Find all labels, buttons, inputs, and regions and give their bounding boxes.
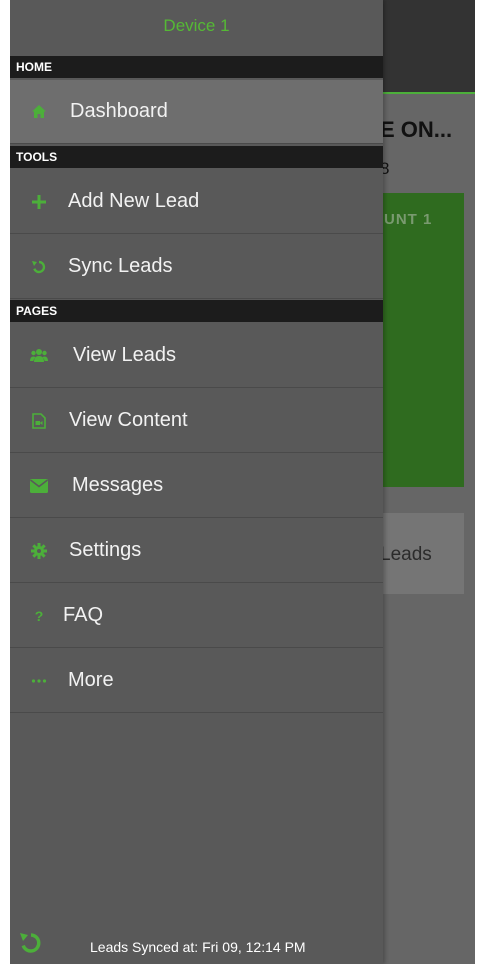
nav-item-label: Dashboard — [70, 100, 168, 122]
nav-item-more[interactable]: More — [10, 649, 383, 713]
section-header-home: HOME — [10, 56, 383, 78]
users-icon — [29, 346, 49, 366]
nav-item-dashboard[interactable]: Dashboard — [10, 80, 383, 144]
envelope-icon — [29, 476, 49, 496]
nav-item-label: FAQ — [63, 604, 104, 626]
app-count-card — [380, 193, 464, 487]
nav-item-faq[interactable]: ? FAQ — [10, 584, 383, 648]
nav-item-label: Add New Lead — [68, 190, 200, 212]
app-count-card-label: UNT 1 — [384, 211, 433, 228]
nav-item-settings[interactable]: Settings — [10, 519, 383, 583]
home-icon — [29, 102, 49, 122]
nav-item-messages[interactable]: Messages — [10, 454, 383, 518]
section-header-tools: TOOLS — [10, 146, 383, 168]
video-file-icon — [29, 411, 49, 431]
app-page-title: E ON... — [380, 117, 453, 142]
nav-item-label: More — [68, 669, 114, 691]
nav-item-label: Sync Leads — [68, 255, 173, 277]
nav-item-view-content[interactable]: View Content — [10, 389, 383, 453]
drawer-header: Device 1 — [10, 0, 383, 54]
nav-item-label: View Leads — [73, 344, 177, 366]
sync-icon[interactable] — [16, 928, 46, 958]
navigation-drawer: Device 1 HOME Dashboard TOOLS Add New Le… — [10, 0, 383, 964]
nav-item-label: Messages — [72, 474, 164, 496]
device-name: Device 1 — [163, 16, 230, 35]
question-icon: ? — [34, 608, 44, 624]
nav-item-label: Settings — [69, 539, 142, 561]
plus-icon — [29, 192, 49, 212]
nav-item-sync-leads[interactable]: Sync Leads — [10, 235, 383, 299]
nav-item-add-new-lead[interactable]: Add New Lead — [10, 170, 383, 234]
app-leads-button-label: Leads — [380, 544, 432, 565]
gear-icon — [29, 541, 49, 561]
nav-item-label: View Content — [69, 409, 188, 431]
sync-icon — [29, 257, 49, 277]
ellipsis-icon — [29, 671, 49, 691]
section-header-pages: PAGES — [10, 300, 383, 322]
last-sync-status: Leads Synced at: Fri 09, 12:14 PM — [90, 939, 306, 955]
nav-item-view-leads[interactable]: View Leads — [10, 324, 383, 388]
drawer-footer: Leads Synced at: Fri 09, 12:14 PM — [10, 926, 383, 964]
app-screen: E ON... 8 UNT 1 Leads Device 1 HOME Dash… — [10, 0, 475, 964]
